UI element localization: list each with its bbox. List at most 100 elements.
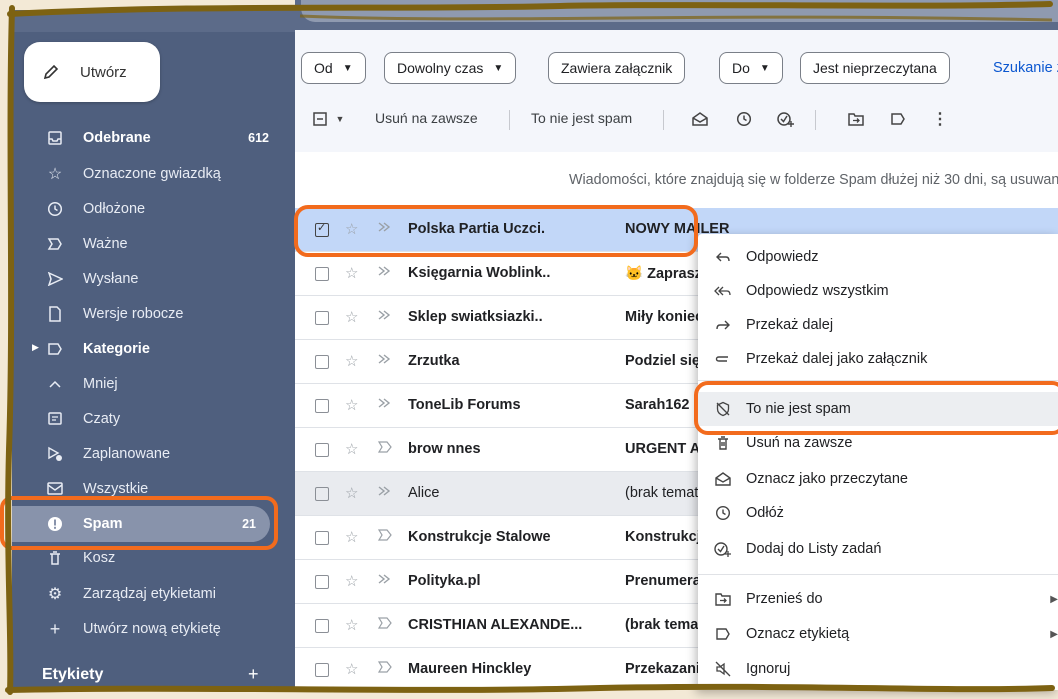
menu-item-label: Dodaj do Listy zadań	[746, 541, 882, 557]
important-marker-icon[interactable]	[377, 572, 393, 586]
move-to-icon[interactable]	[847, 110, 865, 128]
filter-unread[interactable]: Jest nieprzeczytana	[800, 52, 950, 84]
row-checkbox[interactable]	[315, 443, 329, 457]
menu-item-move-to[interactable]: Przenieś do ▶	[698, 582, 1058, 616]
important-marker-icon[interactable]	[377, 220, 393, 234]
important-marker-icon[interactable]	[377, 396, 393, 410]
menu-item-delete-forever[interactable]: Usuń na zawsze	[698, 426, 1058, 460]
row-checkbox[interactable]	[315, 663, 329, 677]
star-icon[interactable]: ☆	[345, 572, 358, 590]
open-envelope-icon	[714, 471, 732, 487]
star-icon[interactable]: ☆	[345, 528, 358, 546]
sidebar-item-inbox[interactable]: Odebrane 612	[12, 120, 295, 156]
email-sender: Księgarnia Woblink..	[408, 265, 551, 281]
star-icon[interactable]: ☆	[345, 220, 358, 238]
row-checkbox[interactable]	[315, 619, 329, 633]
sidebar-item-snoozed[interactable]: Odłożone	[12, 191, 295, 227]
row-checkbox[interactable]	[315, 399, 329, 413]
sidebar-item-trash[interactable]: Kosz	[12, 540, 295, 576]
delete-forever-button[interactable]: Usuń na zawsze	[375, 110, 478, 126]
sidebar: Utwórz Odebrane 612 ☆ Oznaczone gwiazdką…	[12, 10, 295, 690]
important-marker-icon[interactable]	[377, 352, 393, 366]
sidebar-item-spam[interactable]: Spam 21	[12, 506, 270, 542]
toolbar-divider	[815, 110, 816, 130]
add-label-button[interactable]: +	[248, 664, 259, 685]
filter-unread-label: Jest nieprzeczytana	[813, 60, 937, 76]
star-icon[interactable]: ☆	[345, 660, 358, 678]
star-icon[interactable]: ☆	[345, 396, 358, 414]
menu-item-reply-all[interactable]: Odpowiedz wszystkim	[698, 274, 1058, 308]
sidebar-item-manage-labels[interactable]: ⚙ Zarządzaj etykietami	[12, 576, 295, 612]
menu-item-label: Przekaż dalej jako załącznik	[746, 351, 928, 367]
menu-item-mark-read[interactable]: Oznacz jako przeczytane	[698, 462, 1058, 496]
row-checkbox[interactable]	[315, 311, 329, 325]
spam-notice-text: Wiadomości, które znajdują się w folderz…	[569, 172, 1058, 188]
important-marker-icon[interactable]	[377, 264, 393, 278]
filter-to[interactable]: Do ▼	[719, 52, 783, 84]
menu-item-reply[interactable]: Odpowiedz	[698, 240, 1058, 274]
menu-item-label: Przenieś do	[746, 591, 823, 607]
important-marker-icon[interactable]	[377, 484, 393, 498]
row-checkbox[interactable]	[315, 531, 329, 545]
add-task-icon	[714, 541, 732, 557]
label-icon[interactable]	[889, 110, 907, 128]
star-icon[interactable]: ☆	[345, 264, 358, 282]
menu-item-add-tasks[interactable]: Dodaj do Listy zadań	[698, 532, 1058, 566]
filter-time[interactable]: Dowolny czas ▼	[384, 52, 517, 84]
send-icon	[46, 270, 64, 288]
row-checkbox[interactable]	[315, 267, 329, 281]
submenu-arrow-icon: ▶	[1050, 593, 1058, 605]
row-checkbox[interactable]	[315, 487, 329, 501]
filter-attachment[interactable]: Zawiera załącznik	[548, 52, 686, 84]
sidebar-item-drafts[interactable]: Wersje robocze	[12, 296, 295, 332]
menu-item-snooze[interactable]: Odłóż	[698, 496, 1058, 530]
not-spam-button[interactable]: To nie jest spam	[531, 110, 632, 126]
sidebar-item-label: Wszystkie	[83, 481, 149, 497]
unread-count: 612	[248, 131, 269, 145]
important-marker-icon[interactable]	[377, 308, 393, 322]
star-icon[interactable]: ☆	[345, 352, 358, 370]
not-important-marker-icon[interactable]	[377, 660, 393, 674]
row-checkbox[interactable]: ✓	[315, 222, 329, 237]
star-icon[interactable]: ☆	[345, 440, 358, 458]
filter-from[interactable]: Od ▼	[301, 52, 366, 84]
menu-item-label: Odpowiedz wszystkim	[746, 283, 889, 299]
sidebar-item-important[interactable]: Ważne	[12, 226, 295, 262]
sidebar-item-categories[interactable]: ▶ Kategorie	[12, 331, 295, 367]
select-all-checkbox[interactable]	[311, 110, 329, 128]
select-dropdown-icon[interactable]: ▼	[331, 110, 349, 128]
sidebar-item-less[interactable]: Mniej	[12, 366, 295, 402]
row-checkbox[interactable]	[315, 355, 329, 369]
email-subject: Przekazanie	[625, 661, 709, 677]
sidebar-item-chats[interactable]: Czaty	[12, 401, 295, 437]
not-important-marker-icon[interactable]	[377, 440, 393, 454]
sidebar-item-label: Mniej	[83, 376, 118, 392]
menu-divider	[698, 574, 1058, 575]
sidebar-item-scheduled[interactable]: Zaplanowane	[12, 436, 295, 472]
menu-item-not-spam[interactable]: To nie jest spam	[698, 392, 1058, 426]
star-icon[interactable]: ☆	[345, 484, 358, 502]
more-options-icon[interactable]: ⋮	[931, 110, 949, 128]
advanced-search-link[interactable]: Szukanie zaawansowane	[993, 60, 1058, 76]
menu-item-forward[interactable]: Przekaż dalej	[698, 308, 1058, 342]
star-icon[interactable]: ☆	[345, 616, 358, 634]
snooze-icon[interactable]	[735, 110, 753, 128]
mark-read-icon[interactable]	[691, 110, 709, 128]
gear-icon: ⚙	[47, 586, 63, 603]
row-checkbox[interactable]	[315, 575, 329, 589]
menu-item-mute[interactable]: Ignoruj	[698, 652, 1058, 686]
add-task-icon[interactable]	[777, 110, 795, 128]
menu-item-label-as[interactable]: Oznacz etykietą ▶	[698, 617, 1058, 651]
not-important-marker-icon[interactable]	[377, 616, 393, 630]
sidebar-item-sent[interactable]: Wysłane	[12, 261, 295, 297]
not-important-marker-icon[interactable]	[377, 528, 393, 542]
label-icon	[46, 340, 64, 358]
star-icon[interactable]: ☆	[345, 308, 358, 326]
menu-item-forward-attachment[interactable]: Przekaż dalej jako załącznik	[698, 342, 1058, 376]
sidebar-item-create-label[interactable]: + Utwórz nową etykietę	[12, 611, 295, 647]
sidebar-item-all-mail[interactable]: Wszystkie	[12, 471, 295, 507]
sidebar-item-starred[interactable]: ☆ Oznaczone gwiazdką	[12, 156, 295, 192]
draft-icon	[46, 305, 64, 323]
reply-all-icon	[714, 283, 732, 299]
compose-button[interactable]: Utwórz	[24, 42, 160, 102]
